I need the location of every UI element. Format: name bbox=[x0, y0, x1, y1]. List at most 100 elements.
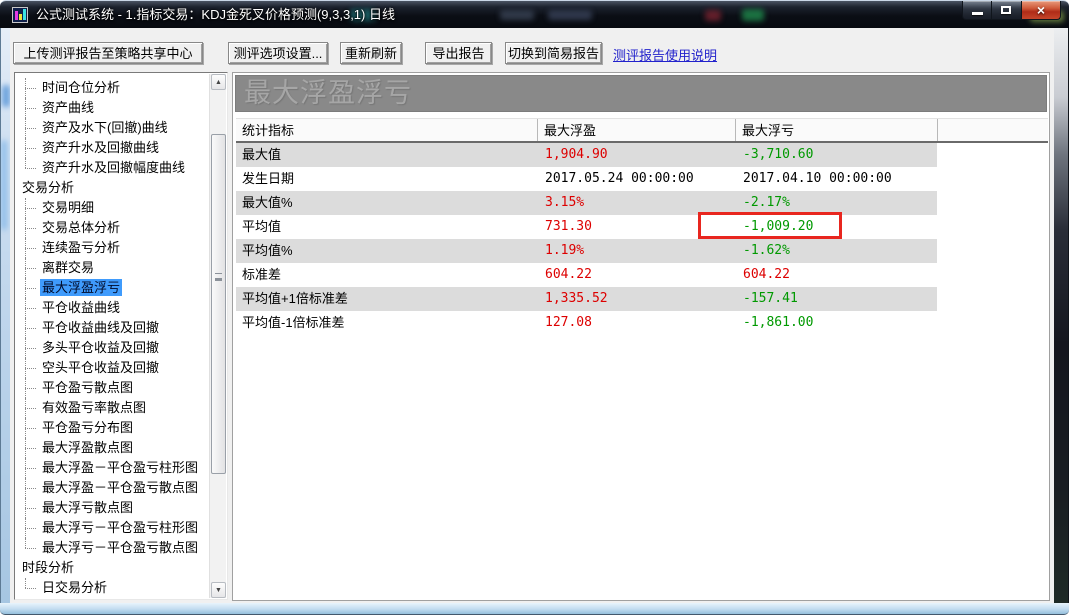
sidebar-item[interactable]: 平仓盈亏分布图 bbox=[16, 418, 208, 438]
sidebar-item-label: 资产升水及回撤幅度曲线 bbox=[42, 160, 186, 175]
sidebar-item-label: 最大浮亏－平仓盈亏散点图 bbox=[42, 540, 199, 555]
table-row: 标准差 604.22 604.22 bbox=[236, 263, 1048, 287]
report-panel: 最大浮盈浮亏 统计指标 最大浮盈 最大浮亏 最大值 1,904.90 -3,710.60… bbox=[232, 72, 1050, 601]
cell-label: 平均值% bbox=[236, 239, 537, 263]
cell-max-profit: 127.08 bbox=[545, 315, 592, 330]
section-title: 最大浮盈浮亏 bbox=[244, 78, 412, 108]
options-button[interactable]: 测评选项设置... bbox=[228, 42, 328, 64]
cell-label: 平均值 bbox=[242, 219, 282, 234]
sidebar-item-label: 资产及水下(回撤)曲线 bbox=[42, 120, 168, 135]
cell-label: 最大值 bbox=[236, 143, 537, 167]
glass-blur-decoration bbox=[548, 10, 592, 20]
sidebar-item-label: 有效盈亏率散点图 bbox=[42, 400, 147, 415]
column-header: 最大浮亏 bbox=[735, 119, 937, 141]
close-button[interactable]: × bbox=[1021, 1, 1061, 20]
cell-empty bbox=[937, 287, 1048, 311]
cell-empty bbox=[937, 167, 1048, 191]
scrollbar-thumb[interactable] bbox=[211, 134, 226, 474]
minimize-button[interactable] bbox=[962, 1, 992, 20]
cell-max-profit: 604.22 bbox=[545, 267, 592, 282]
sidebar-scrollbar[interactable]: ▲ ▼ bbox=[209, 74, 226, 598]
table-row: 最大值% 3.15% -2.17% bbox=[236, 191, 1048, 215]
cell-max-profit: 731.30 bbox=[545, 219, 592, 234]
table-row: 平均值% 1.19% -1.62% bbox=[236, 239, 1048, 263]
export-report-button[interactable]: 导出报告 bbox=[425, 42, 492, 64]
sidebar-item[interactable]: 最大浮亏－平仓盈亏柱形图 bbox=[16, 518, 208, 538]
sidebar-item-label: 最大浮盈－平仓盈亏散点图 bbox=[42, 480, 199, 495]
cell-max-loss: -157.41 bbox=[735, 287, 937, 311]
sidebar-item[interactable]: 连续盈亏分析 bbox=[16, 238, 208, 258]
section-header-band: 最大浮盈浮亏 bbox=[235, 75, 1047, 112]
scrollbar-grip bbox=[215, 273, 222, 279]
glass-blur-decoration bbox=[742, 9, 764, 21]
sidebar-item[interactable]: 最大浮亏－平仓盈亏散点图 bbox=[16, 538, 208, 558]
stats-table: 统计指标 最大浮盈 最大浮亏 最大值 1,904.90 -3,710.60 发生日期 201… bbox=[236, 118, 1048, 335]
sidebar-item[interactable]: 平仓收益曲线及回撤 bbox=[16, 318, 208, 338]
scroll-down-button[interactable]: ▼ bbox=[211, 582, 226, 598]
sidebar-item[interactable]: 平仓盈亏散点图 bbox=[16, 378, 208, 398]
sidebar-item[interactable]: 日交易分析 bbox=[16, 578, 208, 598]
sidebar-item[interactable]: 时段分析 bbox=[16, 558, 208, 578]
cell-max-loss: 604.22 bbox=[743, 267, 790, 282]
sidebar-item-selected[interactable]: 最大浮盈浮亏 bbox=[16, 278, 208, 298]
sidebar-item[interactable]: 空头平仓收益及回撤 bbox=[16, 358, 208, 378]
window-controls: × bbox=[962, 1, 1061, 21]
sidebar-item-label: 交易分析 bbox=[22, 180, 75, 195]
sidebar-item[interactable]: 最大浮盈－平仓盈亏散点图 bbox=[16, 478, 208, 498]
cell-max-loss: -3,710.60 bbox=[735, 143, 937, 167]
upload-report-button[interactable]: 上传测评报告至策略共享中心 bbox=[13, 42, 203, 64]
sidebar-item[interactable]: 交易明细 bbox=[16, 198, 208, 218]
table-row: 发生日期 2017.05.24 00:00:00 2017.04.10 00:00:… bbox=[236, 167, 1048, 191]
sidebar-item[interactable]: 交易分析 bbox=[16, 178, 208, 198]
sidebar-item[interactable]: 最大浮盈散点图 bbox=[16, 438, 208, 458]
column-header-empty bbox=[937, 119, 1048, 141]
sidebar-item[interactable]: 最大浮盈－平仓盈亏柱形图 bbox=[16, 458, 208, 478]
cell-max-profit: 1.19% bbox=[537, 239, 735, 263]
cell-empty bbox=[937, 239, 1048, 263]
cell-max-profit: 1,904.90 bbox=[537, 143, 735, 167]
sidebar-item[interactable]: 离群交易 bbox=[16, 258, 208, 278]
sidebar-item-label: 多头平仓收益及回撤 bbox=[42, 340, 160, 355]
sidebar-item-label: 最大浮亏散点图 bbox=[42, 500, 134, 515]
app-icon bbox=[12, 7, 28, 23]
sidebar-item[interactable]: 多头平仓收益及回撤 bbox=[16, 338, 208, 358]
table-row: 平均值+1倍标准差 1,335.52 -157.41 bbox=[236, 287, 1048, 311]
sidebar-item[interactable]: 资产及水下(回撤)曲线 bbox=[16, 118, 208, 138]
sidebar-item[interactable]: 资产升水及回撤幅度曲线 bbox=[16, 158, 208, 178]
glass-blur-decoration bbox=[500, 10, 534, 20]
sidebar-item-label: 平仓盈亏散点图 bbox=[42, 380, 134, 395]
window-frame-right bbox=[1054, 28, 1069, 603]
cell-max-profit: 3.15% bbox=[537, 191, 735, 215]
switch-simple-report-button[interactable]: 切换到简易报告 bbox=[505, 42, 602, 64]
sidebar-item[interactable]: 有效盈亏率散点图 bbox=[16, 398, 208, 418]
sidebar-item[interactable]: 时间仓位分析 bbox=[16, 78, 208, 98]
maximize-icon bbox=[1001, 6, 1011, 14]
table-row: 最大值 1,904.90 -3,710.60 bbox=[236, 143, 1048, 167]
sidebar-item[interactable]: 交易总体分析 bbox=[16, 218, 208, 238]
report-help-link[interactable]: 测评报告使用说明 bbox=[613, 45, 717, 64]
cell-max-loss: -2.17% bbox=[735, 191, 937, 215]
cell-label: 最大值% bbox=[236, 191, 537, 215]
sidebar-item-label: 最大浮盈散点图 bbox=[42, 440, 134, 455]
sidebar-item[interactable]: 平仓收益曲线 bbox=[16, 298, 208, 318]
sidebar-item[interactable]: 资产曲线 bbox=[16, 98, 208, 118]
report-tree: 时间仓位分析资产曲线资产及水下(回撤)曲线 资产升水及回撤曲线资产升水及回撤幅度曲… bbox=[16, 78, 208, 598]
scroll-up-button[interactable]: ▲ bbox=[211, 74, 226, 90]
sidebar-item-label: 平仓收益曲线 bbox=[42, 300, 121, 315]
glass-blur-decoration bbox=[705, 10, 721, 21]
sidebar-item-label: 交易总体分析 bbox=[42, 220, 121, 235]
sidebar-item[interactable]: 资产升水及回撤曲线 bbox=[16, 138, 208, 158]
sidebar-item[interactable]: 最大浮亏散点图 bbox=[16, 498, 208, 518]
titlebar[interactable]: 公式测试系统 - 1.指标交易：KDJ金死叉价格预测(9,3,3,1) 日线 × bbox=[0, 0, 1069, 28]
cell-label: 发生日期 bbox=[242, 171, 295, 186]
app-window: 公式测试系统 - 1.指标交易：KDJ金死叉价格预测(9,3,3,1) 日线 ×… bbox=[0, 0, 1069, 615]
sidebar-item-label: 资产升水及回撤曲线 bbox=[42, 140, 160, 155]
maximize-button[interactable] bbox=[992, 1, 1021, 20]
sidebar-item-label: 离群交易 bbox=[42, 260, 95, 275]
refresh-button[interactable]: 重新刷新 bbox=[340, 42, 402, 64]
sidebar-item-label: 时间仓位分析 bbox=[42, 80, 121, 95]
sidebar-item-label: 平仓盈亏分布图 bbox=[42, 420, 134, 435]
column-header: 统计指标 bbox=[242, 123, 295, 138]
client-area: 上传测评报告至策略共享中心 测评选项设置... 重新刷新 导出报告 切换到简易报告 测评报… bbox=[10, 28, 1054, 603]
cell-empty bbox=[937, 191, 1048, 215]
